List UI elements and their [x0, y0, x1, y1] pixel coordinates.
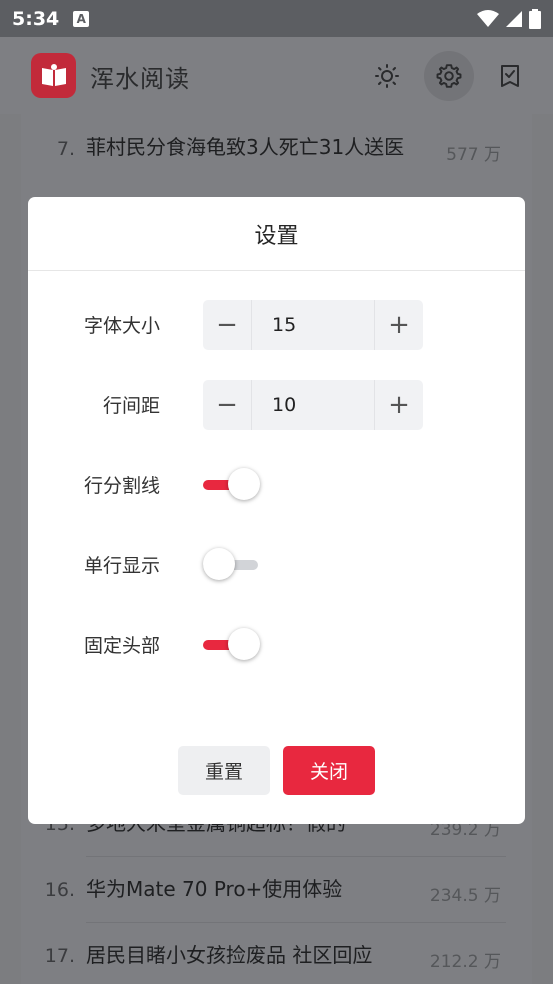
line-spacing-decrease-button[interactable]: − [203, 380, 251, 430]
list-item-count: 577 万 [446, 145, 501, 165]
settings-button[interactable] [424, 51, 474, 101]
font-size-value[interactable]: 15 [251, 300, 375, 350]
bookmark-button[interactable] [490, 56, 530, 96]
check-bookmark-icon [501, 65, 519, 87]
switch-knob [228, 628, 260, 660]
line-divider-label: 行分割线 [83, 475, 160, 497]
list-item-title: 菲村民分食海龟致3人死亡31人送医 [86, 135, 405, 159]
list-item-count: 234.5 万 [429, 886, 501, 906]
sun-icon [375, 64, 399, 88]
list-divider [86, 922, 506, 923]
app-title: 浑水阅读 [90, 65, 190, 93]
line-spacing-label: 行间距 [102, 395, 160, 417]
line-divider-switch[interactable] [203, 466, 261, 504]
font-size-label: 字体大小 [83, 315, 160, 337]
close-button[interactable]: 关闭 [283, 746, 375, 795]
reset-button[interactable]: 重置 [178, 746, 270, 795]
status-icons [477, 8, 541, 29]
font-size-stepper: − 15 + [203, 300, 423, 350]
settings-dialog: 设置 字体大小 − 15 + 行间距 − 10 + 行分割线 单行显示 固定头部… [28, 197, 525, 824]
line-spacing-stepper: − 10 + [203, 380, 423, 430]
line-spacing-value[interactable]: 10 [251, 380, 375, 430]
switch-knob [203, 548, 235, 580]
list-item-title: 居民目睹小女孩捡废品 社区回应 [86, 943, 373, 967]
dialog-title: 设置 [28, 197, 525, 271]
signal-icon [506, 10, 522, 27]
list-item-rank: 7. [56, 138, 75, 160]
list-item-count: 212.2 万 [429, 952, 501, 972]
list-item-rank: 17. [44, 945, 75, 967]
app-logo-icon [31, 53, 76, 98]
font-size-decrease-button[interactable]: − [203, 300, 251, 350]
wifi-icon [477, 9, 499, 27]
switch-knob [228, 468, 260, 500]
app-bar: 浑水阅读 [0, 37, 553, 114]
single-line-label: 单行显示 [83, 555, 160, 577]
list-divider [86, 856, 506, 857]
battery-icon [529, 8, 541, 29]
fixed-header-label: 固定头部 [83, 635, 160, 657]
theme-toggle-button[interactable] [367, 56, 407, 96]
font-size-increase-button[interactable]: + [375, 300, 423, 350]
fixed-header-switch[interactable] [203, 626, 261, 664]
single-line-switch[interactable] [203, 546, 261, 584]
list-item-rank: 16. [44, 879, 75, 901]
status-time: 5:34 [12, 7, 60, 30]
list-item-title: 华为Mate 70 Pro+使用体验 [86, 877, 343, 901]
notification-icon: A [73, 10, 90, 27]
line-spacing-increase-button[interactable]: + [375, 380, 423, 430]
status-bar: 5:34 A [0, 0, 553, 37]
gear-icon [436, 64, 462, 88]
